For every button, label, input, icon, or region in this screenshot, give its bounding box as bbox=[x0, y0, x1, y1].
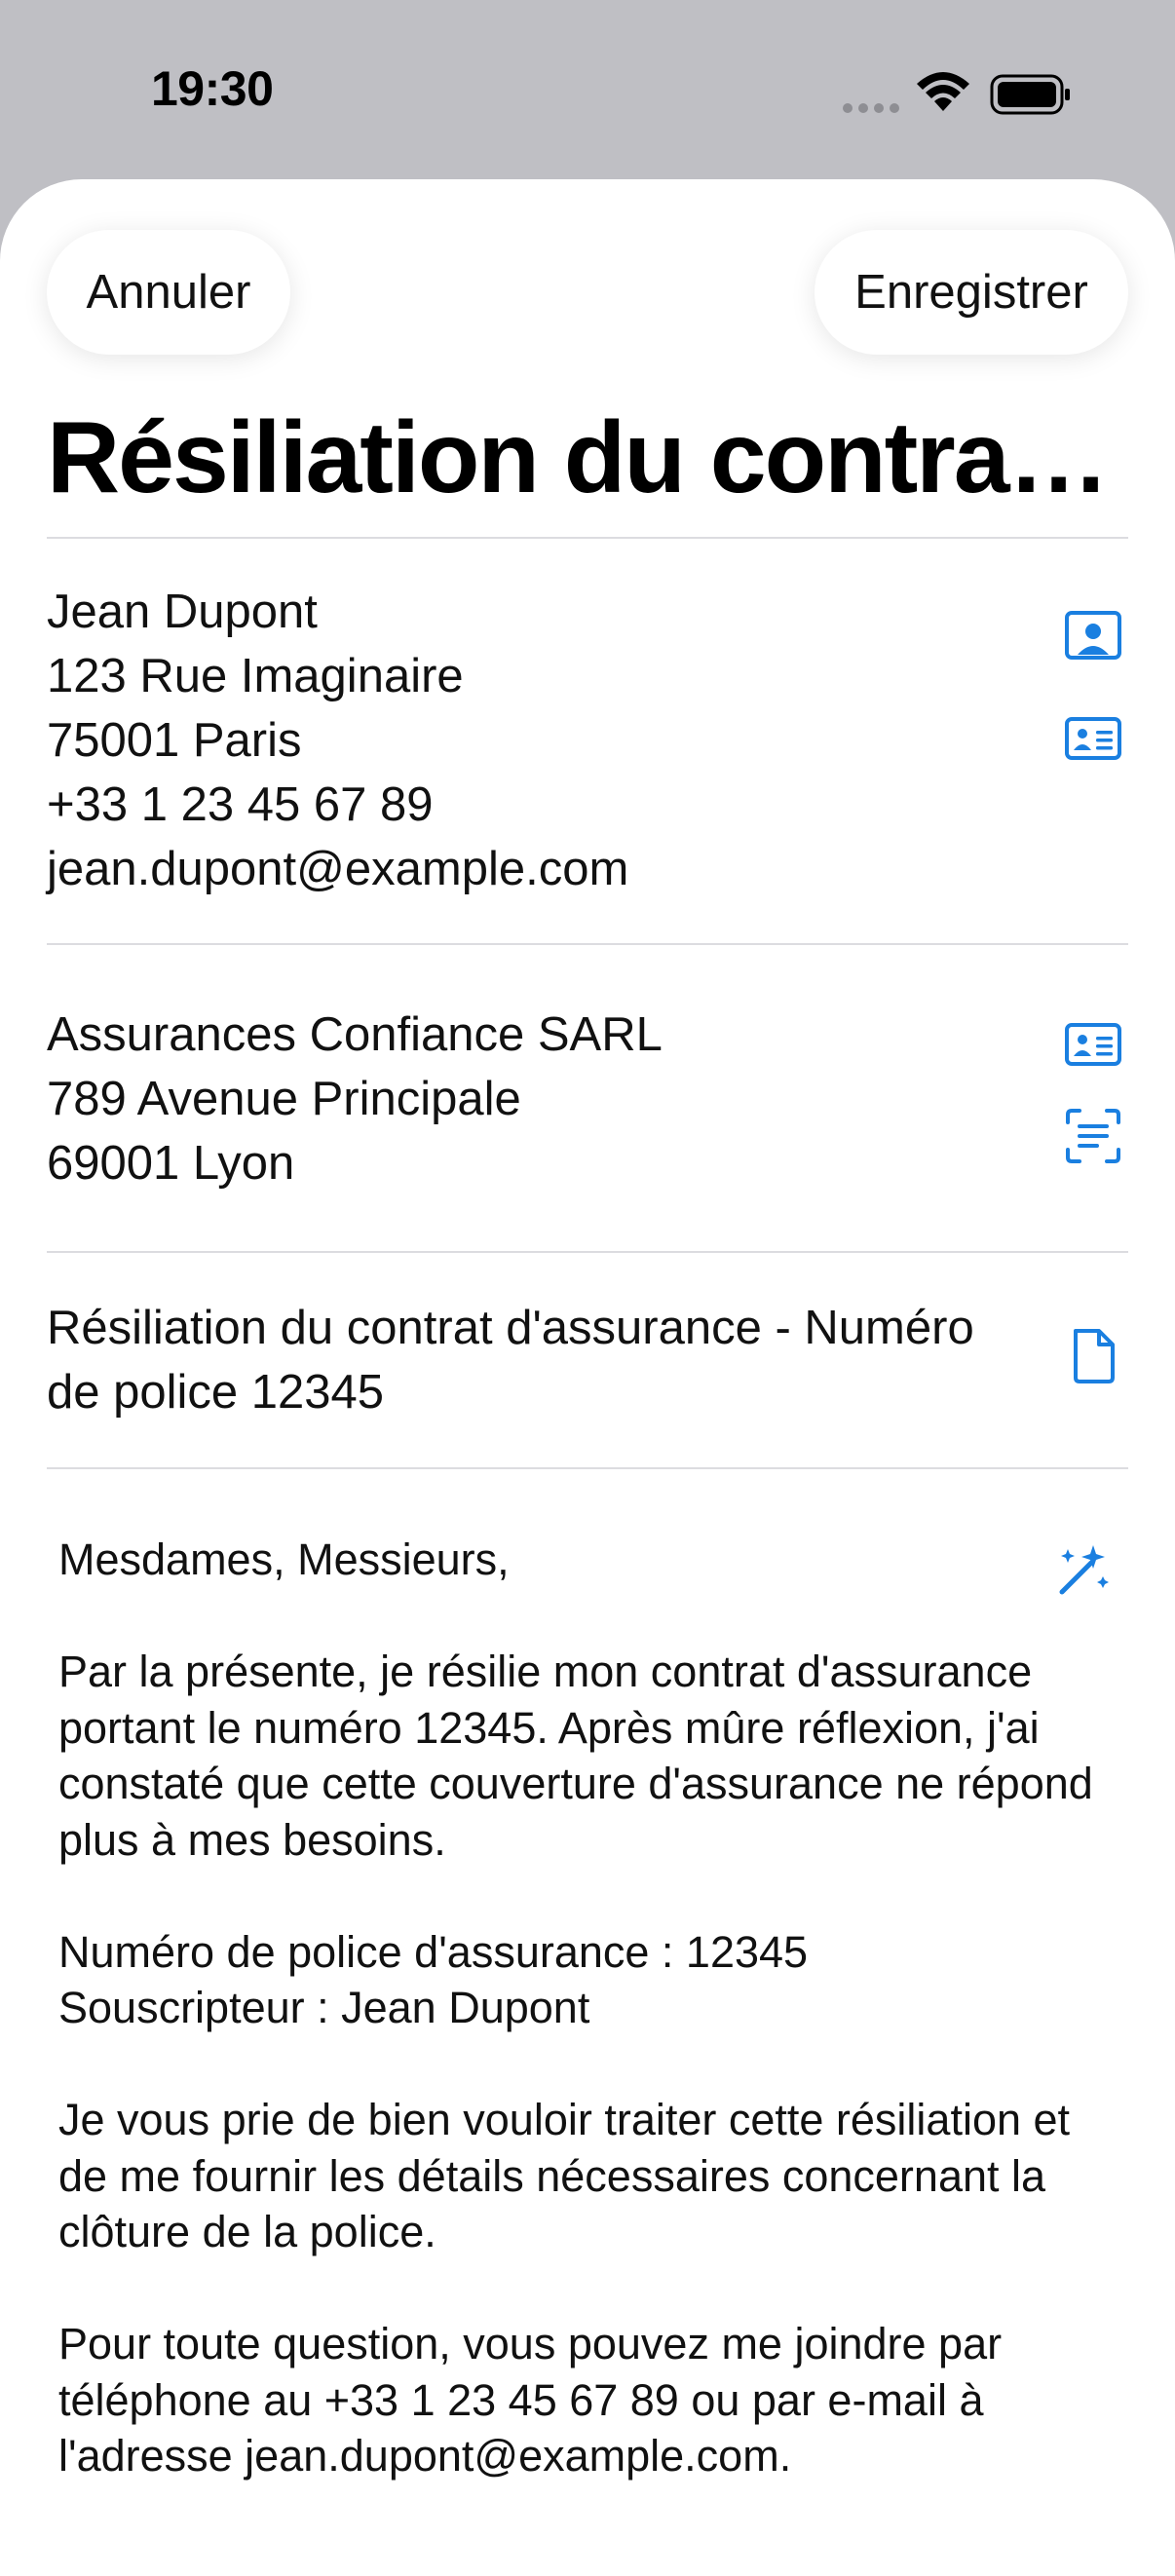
status-time: 19:30 bbox=[151, 61, 274, 116]
sender-name: Jean Dupont bbox=[47, 586, 318, 638]
recipient-street: 789 Avenue Principale bbox=[47, 1073, 521, 1125]
letter-paragraph: Je vous prie de bien vouloir traiter cet… bbox=[58, 2095, 1071, 2256]
wifi-icon bbox=[916, 72, 970, 118]
contact-card-icon[interactable] bbox=[1062, 707, 1124, 770]
battery-icon bbox=[990, 74, 1072, 122]
letter-salutation: Mesdames, Messieurs, bbox=[58, 1534, 510, 1584]
divider bbox=[47, 1467, 1128, 1469]
divider bbox=[47, 537, 1128, 539]
recipient-address[interactable]: Assurances Confiance SARL 789 Avenue Pri… bbox=[47, 1003, 1021, 1195]
magic-wand-icon[interactable] bbox=[1052, 1539, 1115, 1602]
subject-field[interactable]: Résiliation du contrat d'assurance - Num… bbox=[47, 1296, 1021, 1424]
sender-email: jean.dupont@example.com bbox=[47, 843, 629, 895]
document-icon[interactable] bbox=[1062, 1325, 1124, 1387]
recipient-city: 69001 Lyon bbox=[47, 1137, 295, 1190]
letter-policy-line: Numéro de police d'assurance : 12345 bbox=[58, 1926, 809, 1977]
divider bbox=[47, 943, 1128, 945]
letter-holder-line: Souscripteur : Jean Dupont bbox=[58, 1983, 590, 2032]
sender-phone: +33 1 23 45 67 89 bbox=[47, 778, 434, 831]
recipient-company: Assurances Confiance SARL bbox=[47, 1008, 663, 1061]
save-button[interactable]: Enregistrer bbox=[815, 230, 1128, 355]
sender-city: 75001 Paris bbox=[47, 714, 302, 767]
letter-paragraph: Pour toute question, vous pouvez me join… bbox=[58, 2319, 1003, 2481]
sender-street: 123 Rue Imaginaire bbox=[47, 650, 464, 702]
subject-line-1: Résiliation du contrat d'assurance - Num… bbox=[47, 1302, 974, 1354]
person-square-icon[interactable] bbox=[1062, 604, 1124, 666]
letter-paragraph: Par la présente, je résilie mon contrat … bbox=[58, 1647, 1093, 1865]
contact-card-icon[interactable] bbox=[1062, 1013, 1124, 1076]
cellular-dots-icon bbox=[842, 101, 900, 119]
subject-line-2: de police 12345 bbox=[47, 1366, 385, 1419]
text-scan-icon[interactable] bbox=[1062, 1105, 1124, 1167]
cancel-button[interactable]: Annuler bbox=[47, 230, 290, 355]
letter-body[interactable]: Mesdames, Messieurs, Par la présente, je… bbox=[58, 1532, 1120, 2540]
page-title: Résiliation du contrat d'assurance bbox=[47, 401, 1128, 514]
sender-address[interactable]: Jean Dupont 123 Rue Imaginaire 75001 Par… bbox=[47, 580, 1021, 901]
divider bbox=[47, 1251, 1128, 1253]
